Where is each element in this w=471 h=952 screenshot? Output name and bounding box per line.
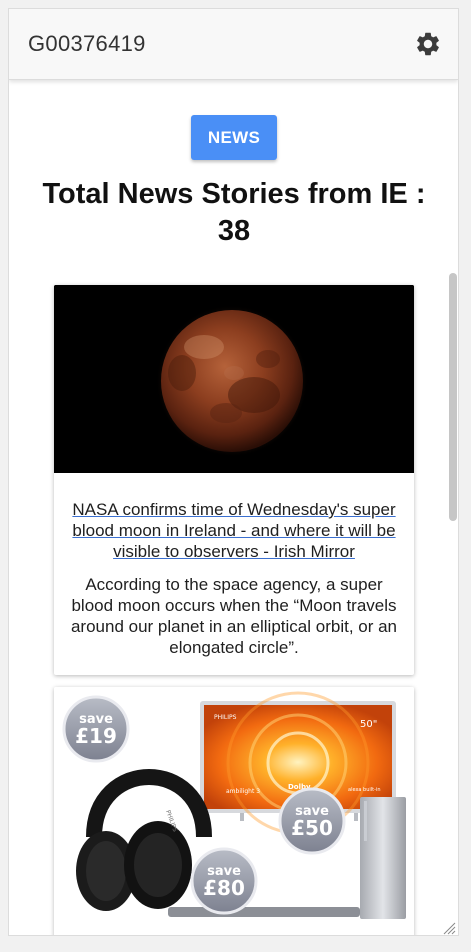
story-title-link[interactable]: NASA confirms time of Wednesday's super … [72, 499, 396, 562]
ad-badge-save-19: save £19 [62, 695, 130, 763]
top-app-bar: G00376419 [9, 9, 458, 80]
news-card: NASA confirms time of Wednesday's super … [54, 285, 414, 675]
app-title: G00376419 [28, 31, 146, 56]
ad-tv-size: 50" [360, 719, 377, 730]
news-button[interactable]: NEWS [191, 115, 277, 160]
ad-tv-feature-1: ambilight 3 [226, 788, 260, 795]
svg-text:£19: £19 [75, 724, 117, 748]
resize-grip-icon[interactable] [442, 921, 456, 935]
ad-badge-save-80: save £80 [190, 847, 258, 915]
settings-button[interactable] [412, 28, 444, 60]
svg-text:£80: £80 [203, 876, 245, 900]
gear-icon [417, 32, 439, 56]
app-window: G00376419 NEWS Total News Stories from I… [8, 8, 459, 936]
ad-tv-brand: PHILIPS [214, 714, 237, 721]
scrollbar-thumb[interactable] [449, 273, 457, 521]
content-area[interactable]: NEWS Total News Stories from IE : 38 NAS… [9, 81, 458, 936]
news-count-heading: Total News Stories from IE : 38 [29, 176, 439, 250]
story-image-blood-moon[interactable] [54, 285, 414, 473]
news-count-label: Total News Stories from IE : [42, 178, 426, 210]
svg-text:£50: £50 [291, 816, 333, 840]
news-count-value: 38 [217, 215, 251, 247]
ad-badge-save-50: save £50 [278, 787, 346, 855]
ad-tv-feature-3: alexa built-in [348, 787, 381, 793]
story-image-electronics-advert[interactable]: PHILIPS 50" ambilight 3 Dolby alexa buil… [54, 687, 414, 936]
news-card: PHILIPS 50" ambilight 3 Dolby alexa buil… [54, 687, 414, 936]
story-summary: According to the space agency, a super b… [70, 575, 398, 657]
